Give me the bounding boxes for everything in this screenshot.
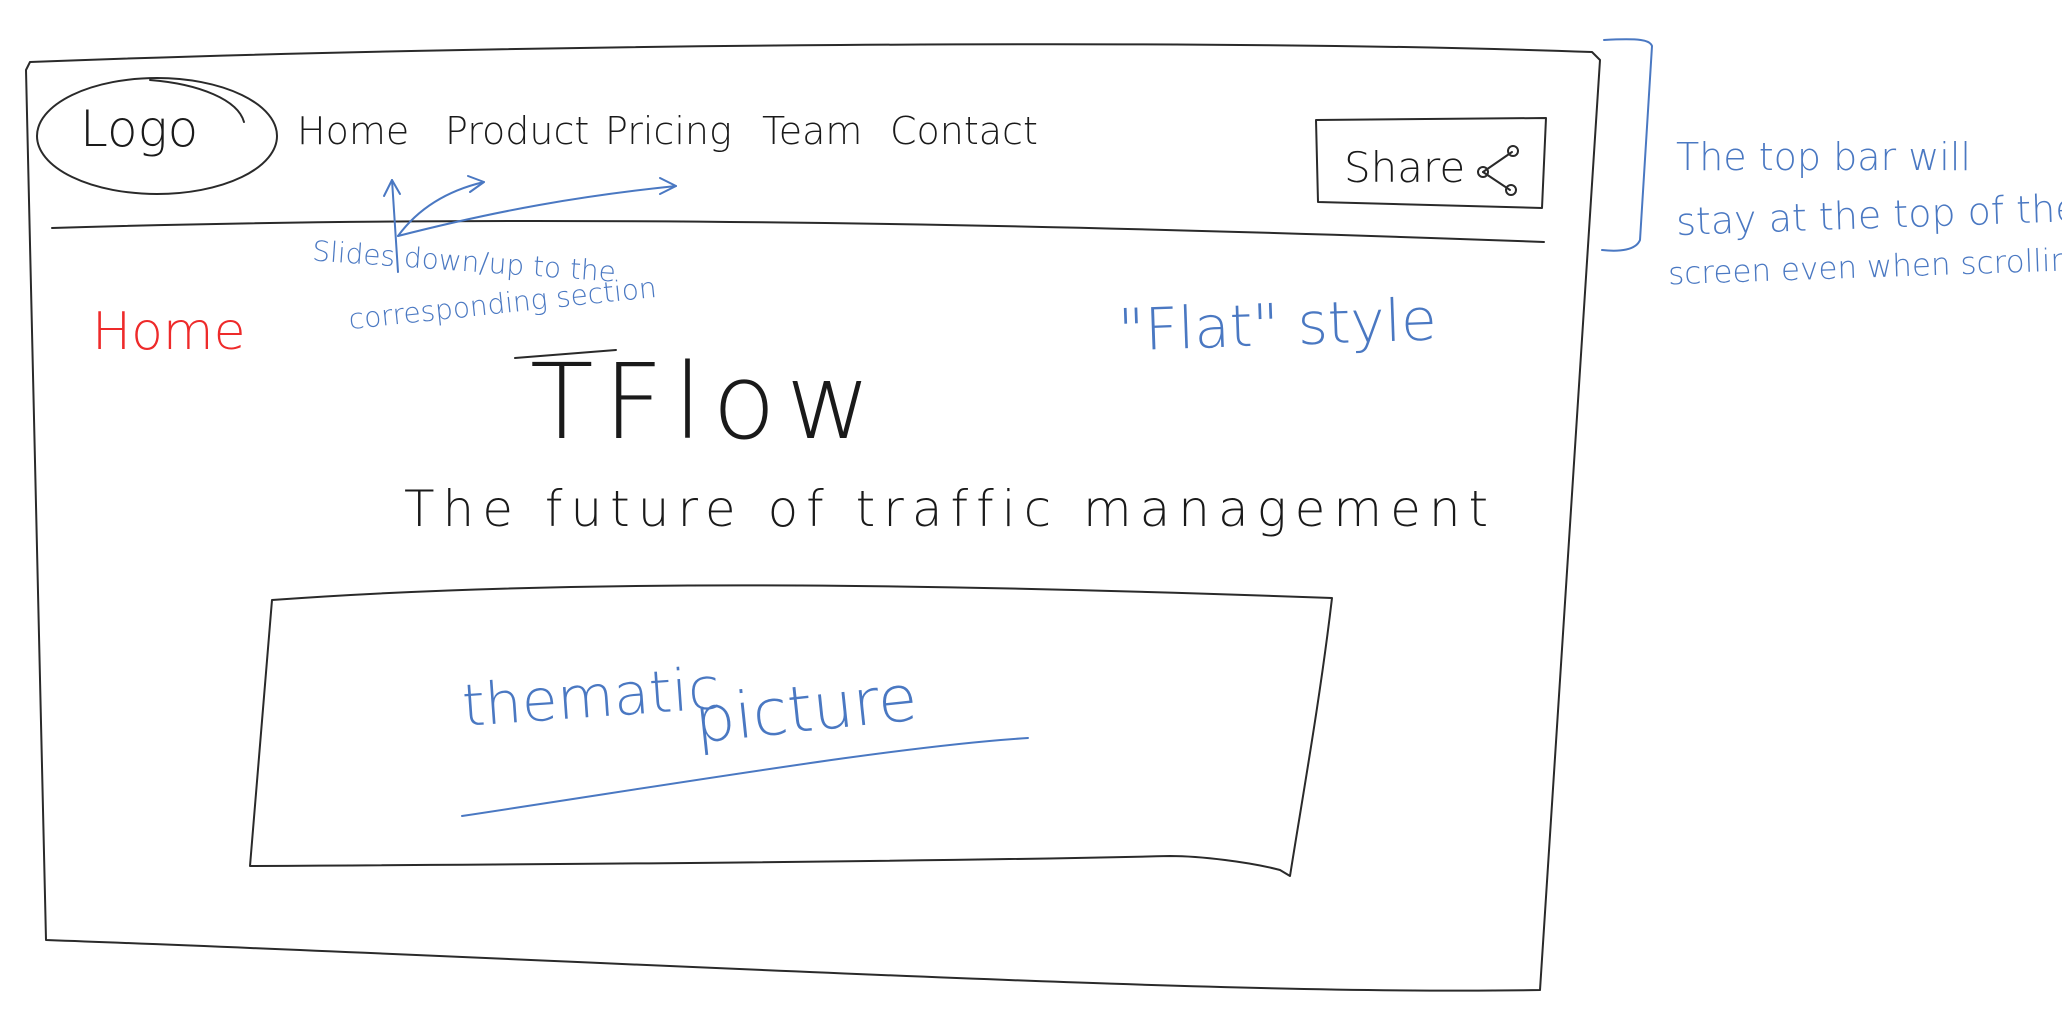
nav-team[interactable]: Team (762, 112, 862, 150)
picture-label-word2: picture (690, 661, 921, 759)
share-button-label: Share (1344, 143, 1466, 192)
hero-title: TFlow (530, 341, 881, 463)
section-label: Home (92, 302, 246, 362)
logo[interactable]: Logo (80, 104, 198, 154)
sticky-note-line3: screen even when scrolling (1667, 241, 2062, 293)
nav-product[interactable]: Product (445, 112, 589, 150)
nav-pricing[interactable]: Pricing (605, 112, 732, 150)
sticky-note-line1: The top bar will (1676, 135, 1971, 179)
header-divider (51, 219, 1545, 243)
picture-label-word1: thematic (459, 654, 723, 740)
nav-annotation-line2: corresponding section (347, 270, 659, 337)
nav-contact[interactable]: Contact (890, 112, 1038, 150)
hero-tagline: The future of traffic management (404, 480, 1497, 538)
style-annotation: "Flat" style (1116, 285, 1438, 365)
sticky-note-line2: stay at the top of the (1675, 185, 2062, 245)
nav-home[interactable]: Home (297, 112, 409, 150)
